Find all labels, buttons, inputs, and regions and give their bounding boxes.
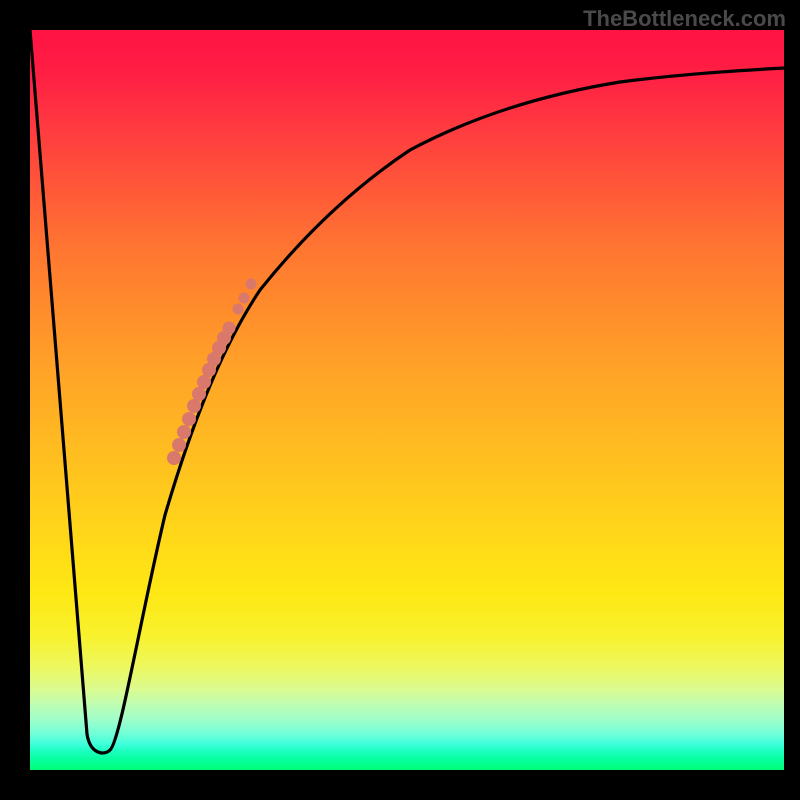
dot bbox=[167, 451, 181, 465]
dot bbox=[192, 387, 206, 401]
highlight-dots-group bbox=[167, 279, 257, 466]
dot bbox=[187, 399, 201, 413]
dot bbox=[172, 438, 186, 452]
dot bbox=[223, 322, 236, 335]
dot bbox=[177, 425, 191, 439]
dot bbox=[246, 279, 257, 290]
chart-svg bbox=[30, 30, 784, 770]
dot bbox=[239, 293, 250, 304]
watermark-text: TheBottleneck.com bbox=[583, 6, 786, 32]
plot-area bbox=[30, 30, 784, 770]
dot bbox=[197, 375, 211, 389]
bottleneck-curve-path bbox=[30, 30, 784, 753]
dot bbox=[233, 304, 244, 315]
dot bbox=[182, 412, 196, 426]
